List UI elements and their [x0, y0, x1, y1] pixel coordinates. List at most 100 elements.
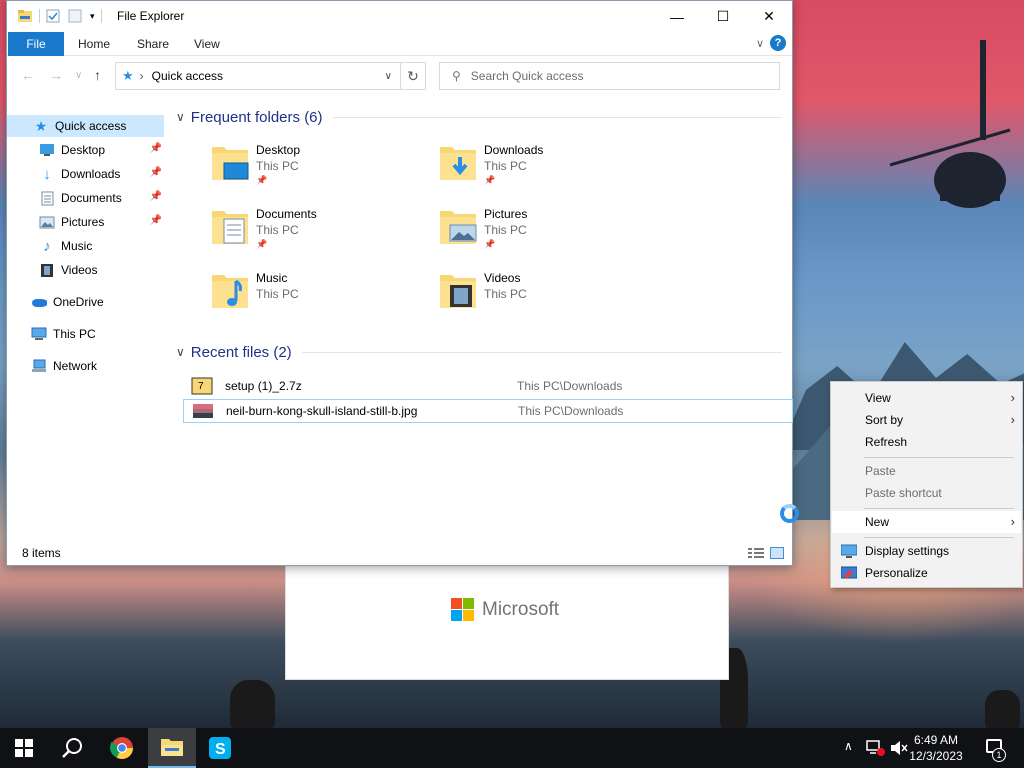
sidebar-item-documents[interactable]: Documents 📌	[7, 187, 164, 209]
details-view-icon[interactable]	[748, 547, 764, 559]
search-button[interactable]	[48, 728, 96, 768]
folder-name: Videos	[484, 271, 521, 285]
menu-item-display-settings[interactable]: Display settings	[832, 540, 1021, 562]
tab-file[interactable]: File	[8, 32, 64, 56]
sidebar-item-pictures[interactable]: Pictures 📌	[7, 211, 164, 233]
clock[interactable]: 6:49 AM 12/3/2023	[906, 732, 966, 764]
network-disconnected-icon[interactable]	[866, 740, 886, 756]
address-bar[interactable]: ★ › Quick access ∨	[115, 62, 401, 90]
search-box[interactable]: ⚲ Search Quick access	[439, 62, 780, 90]
file-explorer-window[interactable]: ▾ File Explorer — ☐ ✕ File Home Share Vi…	[6, 0, 793, 566]
folder-location: This PC	[256, 287, 299, 301]
menu-item-paste-shortcut[interactable]: Paste shortcut	[832, 482, 1021, 504]
large-icons-view-icon[interactable]	[770, 547, 784, 559]
collapse-chevron-icon[interactable]: ∨	[176, 110, 185, 124]
menu-item-new[interactable]: New ›	[832, 511, 1021, 533]
folder-tile-downloads[interactable]: Downloads This PC 📌	[438, 139, 658, 195]
sidebar-item-this-pc[interactable]: This PC	[7, 323, 164, 345]
svg-text:S: S	[215, 741, 226, 758]
group-title: Frequent folders (6)	[190, 108, 323, 126]
address-location[interactable]: Quick access	[152, 69, 223, 83]
file-name: neil-burn-kong-skull-island-still-b.jpg	[226, 404, 418, 418]
folder-app-icon	[18, 10, 32, 22]
address-dropdown-icon[interactable]: ∨	[385, 71, 392, 82]
file-explorer-taskbar-button[interactable]	[148, 728, 196, 768]
sidebar-item-label: Network	[53, 359, 98, 373]
menu-item-personalize[interactable]: Personalize	[832, 562, 1021, 584]
properties-icon[interactable]	[46, 9, 60, 23]
file-location: This PC\Downloads	[517, 379, 623, 393]
menu-item-refresh[interactable]: Refresh	[832, 431, 1021, 453]
start-button[interactable]	[0, 728, 48, 768]
up-arrow-icon[interactable]: ↑	[94, 67, 101, 83]
sidebar-item-label: Pictures	[61, 215, 105, 229]
title-bar[interactable]: ▾ File Explorer — ☐ ✕	[7, 1, 792, 32]
pictures-folder-icon	[440, 211, 477, 244]
tab-share[interactable]: Share	[123, 32, 183, 56]
recent-locations-icon[interactable]: ∨	[75, 70, 82, 81]
sidebar-item-downloads[interactable]: ↓ Downloads 📌	[7, 163, 164, 185]
customize-toolbar-icon[interactable]: ▾	[90, 11, 95, 22]
chrome-taskbar-button[interactable]	[98, 728, 146, 768]
folder-name: Pictures	[484, 207, 528, 221]
documents-folder-icon	[212, 211, 248, 244]
windows-logo-icon	[15, 739, 33, 757]
chevron-up-icon[interactable]: ∧	[844, 739, 853, 753]
recent-files-header[interactable]: ∨ Recent files (2)	[172, 340, 782, 364]
microsoft-window[interactable]: Microsoft	[285, 560, 729, 680]
tab-view[interactable]: View	[180, 32, 234, 56]
folder-icon	[161, 739, 183, 756]
folder-tile-music[interactable]: Music This PC	[210, 267, 430, 323]
chevron-right-icon: ›	[1010, 412, 1015, 427]
minimize-button[interactable]: —	[654, 1, 700, 32]
download-icon: ↓	[43, 165, 51, 183]
search-icon: ⚲	[452, 69, 461, 83]
sidebar-item-network[interactable]: Network	[7, 355, 164, 377]
menu-item-label: Personalize	[865, 566, 928, 580]
recent-file-row[interactable]: neil-burn-kong-skull-island-still-b.jpg …	[183, 399, 793, 423]
back-arrow-icon[interactable]: ←	[21, 67, 35, 83]
sidebar-item-label: OneDrive	[53, 295, 104, 309]
pin-icon: 📌	[484, 239, 496, 249]
help-button[interactable]: ?	[770, 35, 786, 51]
forward-arrow-icon[interactable]: →	[49, 67, 63, 83]
folder-tile-documents[interactable]: Documents This PC 📌	[210, 203, 430, 259]
folder-tile-desktop[interactable]: Desktop This PC 📌	[210, 139, 430, 195]
close-button[interactable]: ✕	[746, 1, 792, 32]
recent-file-row[interactable]: 7 setup (1)_2.7z This PC\Downloads	[183, 374, 791, 398]
menu-item-paste[interactable]: Paste	[832, 460, 1021, 482]
folder-name: Downloads	[484, 143, 544, 157]
pin-icon: 📌	[256, 175, 268, 185]
pin-icon[interactable]: 📌	[150, 191, 162, 202]
archive-file-icon: 7	[191, 377, 213, 395]
pictures-icon	[39, 214, 55, 230]
pin-icon[interactable]: 📌	[150, 215, 162, 226]
frequent-folders-header[interactable]: ∨ Frequent folders (6)	[172, 105, 782, 129]
folder-name: Desktop	[256, 143, 301, 157]
folder-tile-pictures[interactable]: Pictures This PC 📌	[438, 203, 658, 259]
pin-icon[interactable]: 📌	[150, 167, 162, 178]
taskbar: S ∧ 6:49 AM 12/3/2023 1	[0, 728, 1024, 768]
skype-taskbar-button[interactable]: S	[196, 728, 244, 768]
sidebar-item-music[interactable]: ♪ Music	[7, 235, 164, 257]
refresh-button[interactable]: ↻	[400, 62, 426, 90]
pin-icon[interactable]: 📌	[150, 143, 162, 154]
sidebar-item-quick-access[interactable]: ★ Quick access	[7, 115, 164, 137]
microsoft-brand-text: Microsoft	[482, 598, 560, 620]
new-folder-icon[interactable]	[68, 9, 82, 23]
maximize-button[interactable]: ☐	[700, 1, 746, 32]
expand-ribbon-icon[interactable]: ∨	[756, 37, 764, 50]
folder-name: Documents	[256, 207, 317, 221]
menu-item-sort-by[interactable]: Sort by ›	[832, 409, 1021, 431]
sidebar-item-onedrive[interactable]: OneDrive	[7, 291, 164, 313]
folder-name: Music	[256, 271, 288, 285]
sidebar-item-videos[interactable]: Videos	[7, 259, 164, 281]
sidebar-item-desktop[interactable]: Desktop 📌	[7, 139, 164, 161]
tab-home[interactable]: Home	[64, 32, 124, 56]
videos-folder-icon	[440, 275, 476, 308]
sidebar-item-label: Downloads	[61, 167, 121, 181]
menu-item-view[interactable]: View ›	[832, 387, 1021, 409]
menu-item-label: Sort by	[865, 413, 904, 427]
folder-tile-videos[interactable]: Videos This PC	[438, 267, 658, 323]
collapse-chevron-icon[interactable]: ∨	[176, 345, 185, 359]
